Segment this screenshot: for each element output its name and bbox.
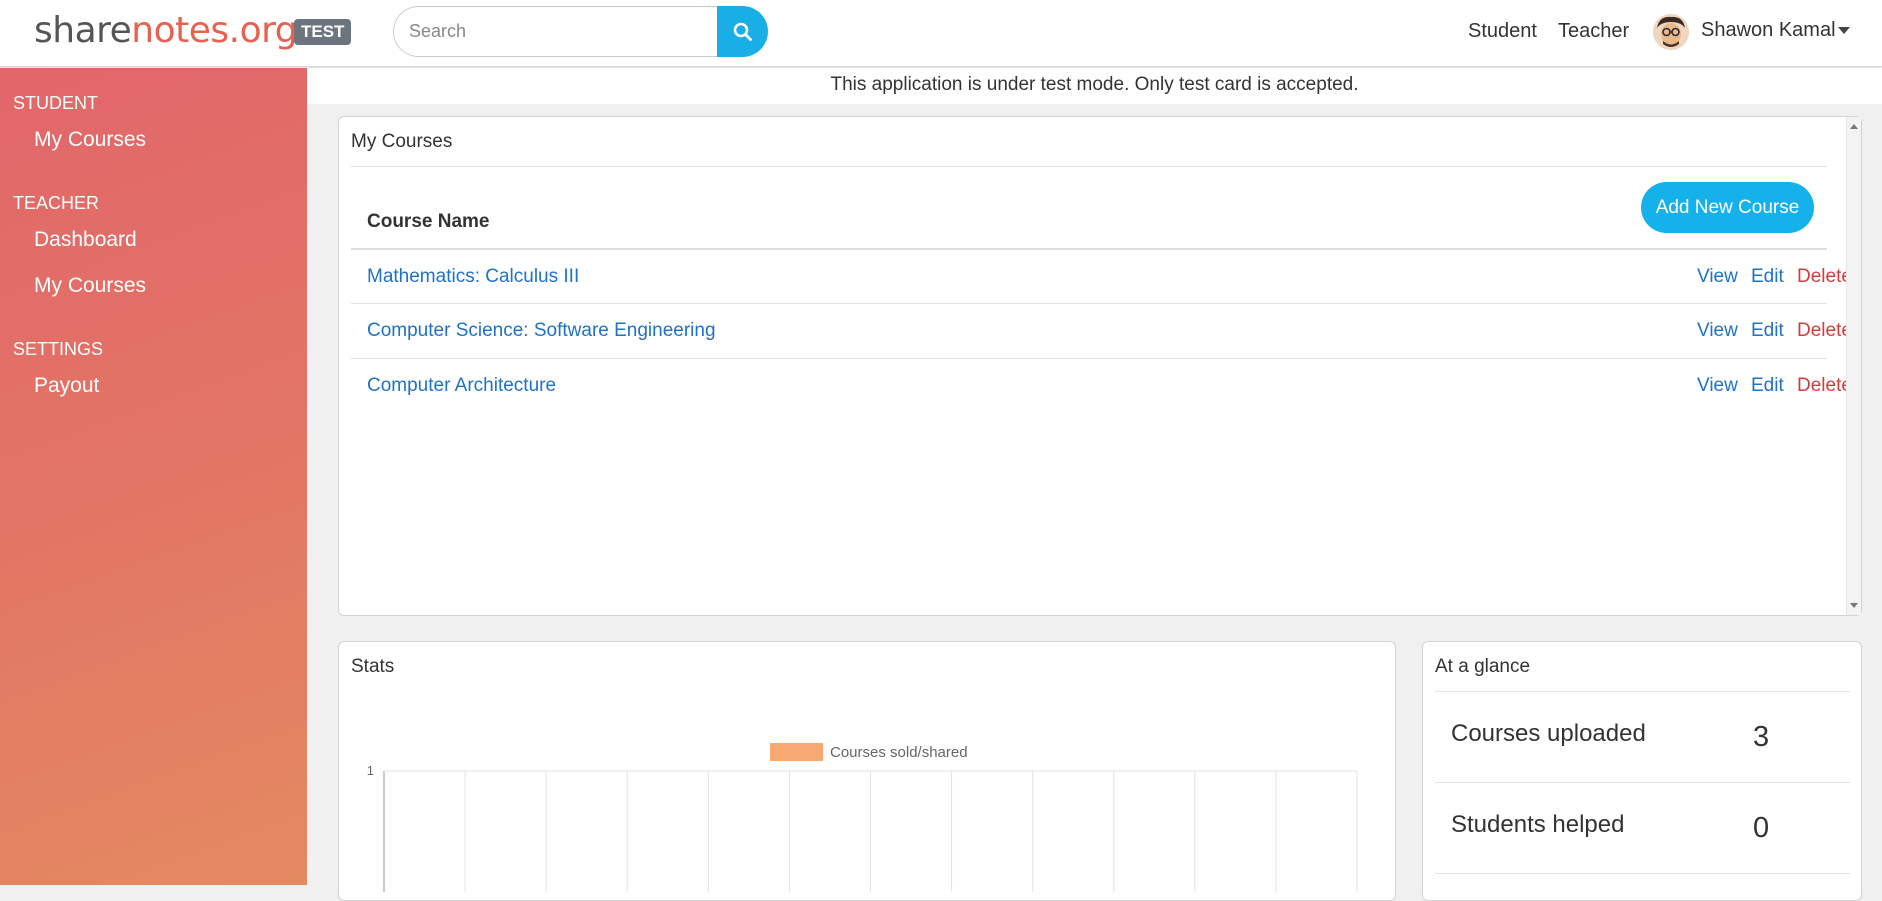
scroll-down-icon[interactable] bbox=[1850, 603, 1858, 608]
legend-label: Courses sold/shared bbox=[830, 744, 968, 761]
search-input[interactable] bbox=[393, 6, 718, 57]
add-new-course-button[interactable]: Add New Course bbox=[1641, 182, 1814, 233]
delete-link[interactable]: Delete bbox=[1797, 375, 1852, 397]
course-link[interactable]: Mathematics: Calculus III bbox=[367, 266, 579, 288]
divider bbox=[1435, 691, 1850, 692]
at-a-glance-card: At a glance Courses uploaded 3 Students … bbox=[1422, 641, 1862, 901]
scroll-up-icon[interactable] bbox=[1850, 124, 1858, 129]
delete-link[interactable]: Delete bbox=[1797, 266, 1852, 288]
table-row: Computer Architecture View Edit Delete bbox=[351, 358, 1852, 413]
test-badge: TEST bbox=[294, 19, 352, 45]
course-link[interactable]: Computer Architecture bbox=[367, 375, 556, 397]
glance-value-courses-uploaded: 3 bbox=[1753, 721, 1770, 753]
card-title: Stats bbox=[351, 656, 395, 677]
sidebar-item-payout[interactable]: Payout bbox=[34, 374, 99, 398]
logo-notes: notes bbox=[131, 10, 229, 51]
user-avatar-icon bbox=[1653, 14, 1689, 50]
stats-chart: Courses sold/shared 1 bbox=[367, 743, 1358, 892]
y-tick-label: 1 bbox=[367, 763, 374, 778]
legend-swatch bbox=[770, 743, 823, 761]
sidebar-item-dashboard[interactable]: Dashboard bbox=[34, 228, 137, 252]
view-link[interactable]: View bbox=[1697, 320, 1738, 342]
view-link[interactable]: View bbox=[1697, 375, 1738, 397]
user-menu-name[interactable]: Shawon Kamal bbox=[1701, 19, 1836, 42]
nav-teacher-link[interactable]: Teacher bbox=[1558, 20, 1629, 43]
glance-label-courses-uploaded: Courses uploaded bbox=[1451, 720, 1646, 747]
scrollbar[interactable] bbox=[1846, 117, 1861, 615]
card-title: At a glance bbox=[1435, 656, 1531, 677]
table-row: Mathematics: Calculus III View Edit Dele… bbox=[351, 248, 1852, 303]
column-header-course-name: Course Name bbox=[367, 211, 490, 232]
sidebar-item-teacher-my-courses[interactable]: My Courses bbox=[34, 274, 146, 298]
sidebar-item-student-my-courses[interactable]: My Courses bbox=[34, 128, 146, 152]
table-row: Computer Science: Software Engineering V… bbox=[351, 303, 1852, 358]
sidebar-section-settings: SETTINGS bbox=[13, 339, 104, 359]
stats-card: Stats Courses sold/shared 1 bbox=[338, 641, 1396, 901]
sidebar-section-teacher: TEACHER bbox=[13, 193, 100, 213]
course-link[interactable]: Computer Science: Software Engineering bbox=[367, 320, 716, 342]
caret-down-icon[interactable] bbox=[1838, 27, 1850, 34]
delete-link[interactable]: Delete bbox=[1797, 320, 1852, 342]
avatar[interactable] bbox=[1653, 14, 1689, 50]
edit-link[interactable]: Edit bbox=[1751, 375, 1784, 397]
divider bbox=[351, 166, 1827, 167]
nav-student-link[interactable]: Student bbox=[1468, 20, 1537, 43]
search-icon bbox=[733, 22, 752, 41]
divider bbox=[1435, 873, 1850, 874]
search-form bbox=[393, 6, 768, 57]
search-button[interactable] bbox=[717, 6, 768, 57]
edit-link[interactable]: Edit bbox=[1751, 266, 1784, 288]
sidebar: STUDENT My Courses TEACHER Dashboard My … bbox=[0, 68, 307, 885]
my-courses-card: My Courses Course Name Add New Course Ma… bbox=[338, 116, 1862, 616]
top-navbar: sharenotes.org TEST Student Teacher Shaw… bbox=[0, 0, 1882, 67]
edit-link[interactable]: Edit bbox=[1751, 320, 1784, 342]
logo-share: share bbox=[34, 10, 132, 51]
glance-value-students-helped: 0 bbox=[1753, 812, 1770, 844]
sidebar-section-student: STUDENT bbox=[13, 93, 98, 113]
test-mode-notice: This application is under test mode. Onl… bbox=[307, 68, 1882, 104]
logo-org: .org bbox=[228, 10, 298, 51]
card-title: My Courses bbox=[351, 131, 453, 152]
glance-label-students-helped: Students helped bbox=[1451, 811, 1625, 838]
logo[interactable]: sharenotes.org bbox=[34, 10, 298, 51]
view-link[interactable]: View bbox=[1697, 266, 1738, 288]
divider bbox=[1435, 782, 1850, 783]
